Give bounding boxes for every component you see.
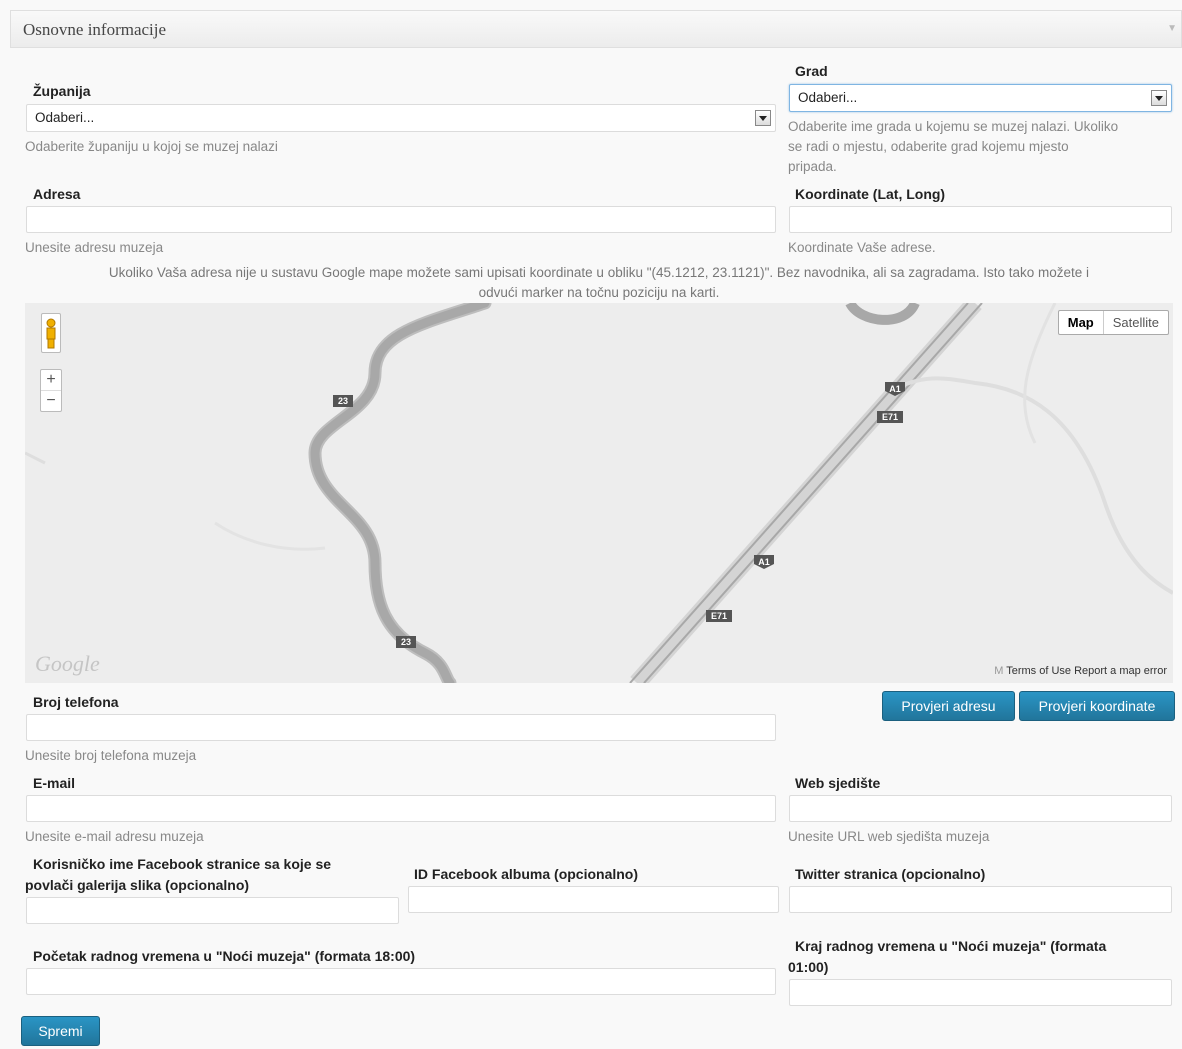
- web-hint: Unesite URL web sjedišta muzeja: [788, 829, 990, 844]
- facebook-page-input[interactable]: [26, 897, 399, 924]
- road-label-23: 23: [401, 637, 411, 647]
- map-type-map-button[interactable]: Map: [1059, 311, 1104, 334]
- grad-hint-line-1: Odaberite ime grada u kojemu se muzej na…: [788, 119, 1119, 134]
- grad-label: Grad: [795, 63, 828, 79]
- grad-hint-line-3: pripada.: [788, 159, 837, 174]
- check-address-button[interactable]: Provjeri adresu: [882, 691, 1015, 721]
- facebook-album-input[interactable]: [408, 886, 779, 913]
- map-terms-link[interactable]: Terms of Use Report a map error: [1006, 665, 1167, 677]
- road-label-23: 23: [338, 396, 348, 406]
- telefon-label: Broj telefona: [33, 694, 119, 710]
- map-type-control: Map Satellite: [1057, 310, 1169, 335]
- email-input[interactable]: [26, 795, 776, 822]
- pegman-figure-icon: [46, 318, 56, 349]
- road-label-e71: E71: [711, 611, 727, 621]
- road-label-a1: A1: [758, 557, 770, 567]
- pegman-icon[interactable]: [41, 313, 61, 353]
- check-coordinates-button[interactable]: Provjeri koordinate: [1019, 691, 1175, 721]
- coordinates-note-line-2: odvući marker na točnu poziciju na karti…: [478, 285, 720, 300]
- koordinate-hint: Koordinate Vaše adrese.: [788, 240, 936, 255]
- telefon-hint: Unesite broj telefona muzeja: [25, 748, 197, 763]
- collapse-arrow-icon[interactable]: ▼: [1167, 23, 1177, 34]
- chevron-down-icon: [755, 110, 771, 126]
- email-label: E-mail: [33, 775, 76, 791]
- adresa-hint: Unesite adresu muzeja: [25, 240, 164, 255]
- zoom-out-button[interactable]: −: [41, 391, 61, 411]
- map-data-prefix: M: [994, 665, 1004, 677]
- koordinate-label: Koordinate (Lat, Long): [795, 186, 946, 202]
- zupanija-select-value: Odaberi...: [35, 110, 95, 125]
- end-time-label-line-1: Kraj radnog vremena u "Noći muzeja" (for…: [795, 938, 1107, 954]
- chevron-down-icon: [1151, 90, 1167, 106]
- start-time-input[interactable]: [26, 968, 776, 995]
- coordinates-note-line-1: Ukoliko Vaša adresa nije u sustavu Googl…: [108, 265, 1090, 280]
- grad-select-value: Odaberi...: [798, 90, 858, 105]
- map[interactable]: 23 23 A1 A1 E71 E71 + − Map Satellite Go…: [25, 303, 1173, 683]
- grad-hint-line-2: se radi o mjestu, odaberite grad kojemu …: [788, 139, 1069, 154]
- save-button[interactable]: Spremi: [21, 1016, 100, 1046]
- grad-select[interactable]: Odaberi...: [789, 84, 1172, 112]
- web-input[interactable]: [789, 795, 1172, 822]
- zoom-control: + −: [40, 369, 62, 412]
- road-label-e71: E71: [882, 412, 898, 422]
- zupanija-select[interactable]: Odaberi...: [26, 104, 776, 132]
- coordinates-note: Ukoliko Vaša adresa nije u sustavu Googl…: [24, 263, 1174, 303]
- zupanija-hint: Odaberite županiju u kojoj se muzej nala…: [25, 139, 278, 154]
- road-label-a1: A1: [889, 384, 901, 394]
- map-footer: M Terms of Use Report a map error: [994, 665, 1167, 677]
- facebook-album-label: ID Facebook albuma (opcionalno): [414, 866, 639, 882]
- end-time-label-line-2: 01:00): [788, 959, 829, 975]
- adresa-label: Adresa: [33, 186, 81, 202]
- web-label: Web sjedište: [795, 775, 881, 791]
- email-hint: Unesite e-mail adresu muzeja: [25, 829, 204, 844]
- facebook-page-label-line-2: povlači galerija slika (opcionalno): [25, 877, 250, 893]
- adresa-input[interactable]: [26, 206, 776, 233]
- map-type-satellite-button[interactable]: Satellite: [1104, 311, 1168, 334]
- start-time-label: Početak radnog vremena u "Noći muzeja" (…: [33, 948, 416, 964]
- google-logo[interactable]: Google: [35, 651, 100, 677]
- zoom-in-button[interactable]: +: [41, 370, 61, 391]
- end-time-input[interactable]: [789, 979, 1172, 1006]
- koordinate-input[interactable]: [789, 206, 1172, 233]
- zupanija-label: Županija: [33, 83, 91, 99]
- telefon-input[interactable]: [26, 714, 776, 741]
- panel-header[interactable]: Osnovne informacije ▼: [10, 10, 1182, 48]
- facebook-page-label-line-1: Korisničko ime Facebook stranice sa koje…: [33, 856, 332, 872]
- twitter-label: Twitter stranica (opcionalno): [795, 866, 986, 882]
- map-roads: 23 23 A1 A1 E71 E71: [25, 303, 1173, 683]
- panel-title: Osnovne informacije: [23, 20, 167, 39]
- twitter-input[interactable]: [789, 886, 1172, 913]
